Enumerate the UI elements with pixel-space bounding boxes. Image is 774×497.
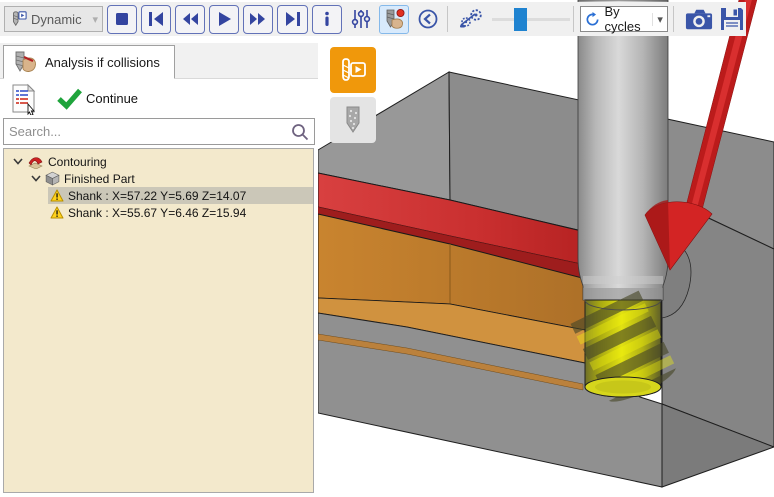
play-icon <box>214 9 234 29</box>
collision-analysis-panel: Analysis if collisions Continue Contouri… <box>0 43 318 497</box>
collision-check-icon <box>382 8 406 30</box>
previous-collision-icon <box>417 8 439 30</box>
sliders-icon <box>350 8 372 30</box>
finished-part-icon <box>45 171 60 186</box>
simulation-settings-button[interactable] <box>348 5 375 34</box>
save-button[interactable] <box>719 5 746 34</box>
fast-forward-icon <box>248 9 268 29</box>
info-button[interactable] <box>312 5 342 34</box>
refresh-icon <box>585 12 600 27</box>
machine-gears-icon <box>459 9 485 29</box>
slider-handle[interactable] <box>514 8 527 31</box>
step-mode-dropdown[interactable]: By cycles ▾ <box>580 6 667 32</box>
panel-action-row: Continue <box>0 79 318 118</box>
collision-report-icon[interactable] <box>8 82 40 115</box>
snapshot-button[interactable] <box>685 5 713 34</box>
speed-slider[interactable] <box>492 5 568 34</box>
tab-analysis-if-collisions[interactable]: Analysis if collisions <box>3 45 175 79</box>
tree-item-label: Finished Part <box>64 172 135 186</box>
search-box <box>3 118 315 145</box>
chevron-down-icon: ▾ <box>93 13 99 26</box>
stop-icon <box>112 9 132 29</box>
panel-tabstrip: Analysis if collisions <box>0 43 318 79</box>
stop-button[interactable] <box>107 5 137 34</box>
skip-start-icon <box>146 9 166 29</box>
skip-to-start-button[interactable] <box>141 5 171 34</box>
machine-kinematics-button[interactable] <box>459 5 486 34</box>
chevron-down-icon: ▾ <box>652 13 663 26</box>
save-icon <box>719 6 745 32</box>
collision-tree: Contouring Finished Part Shank : X=57.22… <box>3 148 314 493</box>
continue-label[interactable]: Continue <box>86 91 138 106</box>
fast-forward-button[interactable] <box>243 5 273 34</box>
tree-item-label: Contouring <box>48 155 107 169</box>
play-button[interactable] <box>209 5 239 34</box>
slider-track[interactable] <box>492 18 570 21</box>
tab-label: Analysis if collisions <box>45 55 160 70</box>
tool-mode-icon <box>9 9 27 29</box>
step-mode-value: By cycles <box>604 4 648 34</box>
rewind-button[interactable] <box>175 5 205 34</box>
previous-collision-button[interactable] <box>415 5 442 34</box>
contouring-icon <box>27 154 44 169</box>
simulation-mode-value: Dynamic <box>31 12 89 27</box>
search-input[interactable] <box>4 124 290 139</box>
collision-analysis-icon <box>12 50 38 74</box>
simulation-toolbar: Dynamic ▾ <box>0 2 746 36</box>
chevron-down-icon[interactable] <box>12 158 23 165</box>
warning-icon <box>50 206 64 219</box>
toolbar-separator <box>447 6 448 32</box>
simulation-mode-dropdown[interactable]: Dynamic ▾ <box>4 6 103 32</box>
search-icon[interactable] <box>290 122 310 142</box>
warning-icon <box>50 189 64 202</box>
tool-display-button[interactable] <box>330 97 376 143</box>
tree-item-collision-1[interactable]: Shank : X=57.22 Y=5.69 Z=14.07 <box>48 187 313 204</box>
drill-tool-icon <box>338 104 368 136</box>
tree-item-collision-2[interactable]: Shank : X=55.67 Y=6.46 Z=15.94 <box>48 204 313 221</box>
camera-icon <box>685 7 713 32</box>
tree-item-finished-part[interactable]: Finished Part <box>4 170 313 187</box>
chevron-down-icon[interactable] <box>30 175 41 182</box>
skip-end-icon <box>283 9 303 29</box>
tree-item-label: Shank : X=55.67 Y=6.46 Z=15.94 <box>68 206 246 220</box>
skip-to-end-button[interactable] <box>277 5 307 34</box>
rewind-icon <box>180 9 200 29</box>
tree-item-label: Shank : X=57.22 Y=5.69 Z=14.07 <box>68 189 246 203</box>
simulation-play-button[interactable] <box>330 47 376 93</box>
toolbar-separator <box>573 6 574 32</box>
continue-check-icon[interactable] <box>56 87 83 110</box>
toolbar-separator <box>673 6 674 32</box>
collision-check-button[interactable] <box>379 5 409 34</box>
tool-play-icon <box>337 55 369 85</box>
tree-item-contouring[interactable]: Contouring <box>4 153 313 170</box>
info-icon <box>317 9 337 29</box>
